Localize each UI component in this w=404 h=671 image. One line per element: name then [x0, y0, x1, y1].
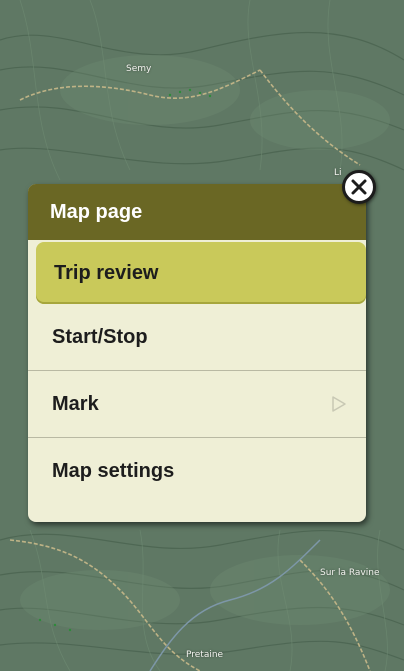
menu-item-label: Trip review [54, 261, 159, 284]
chevron-right-icon [330, 395, 348, 413]
close-icon [351, 179, 367, 195]
menu-item-label: Map settings [52, 460, 175, 482]
map-place-label: Semy [126, 64, 152, 74]
close-button[interactable] [342, 170, 376, 204]
map-place-label: Li [334, 168, 342, 178]
map-place-label: Pretaine [186, 650, 224, 660]
menu-item-trip-review[interactable]: Trip review [36, 242, 366, 304]
menu-item-label: Start/Stop [52, 325, 148, 348]
map-screen: Semy Li Sur la Ravine Pretaine Map page … [0, 0, 404, 671]
menu-item-map-settings[interactable]: Map settings [28, 438, 366, 505]
menu-title: Map page [28, 184, 366, 240]
map-place-label: Sur la Ravine [320, 568, 380, 578]
menu-item-list: Trip review Start/Stop Mark Map settings [28, 240, 366, 505]
menu-item-mark[interactable]: Mark [28, 371, 366, 438]
menu-item-label: Mark [52, 392, 99, 415]
menu-item-start-stop[interactable]: Start/Stop [28, 304, 366, 371]
map-page-menu: Map page Trip review Start/Stop Mark Map… [28, 184, 366, 522]
